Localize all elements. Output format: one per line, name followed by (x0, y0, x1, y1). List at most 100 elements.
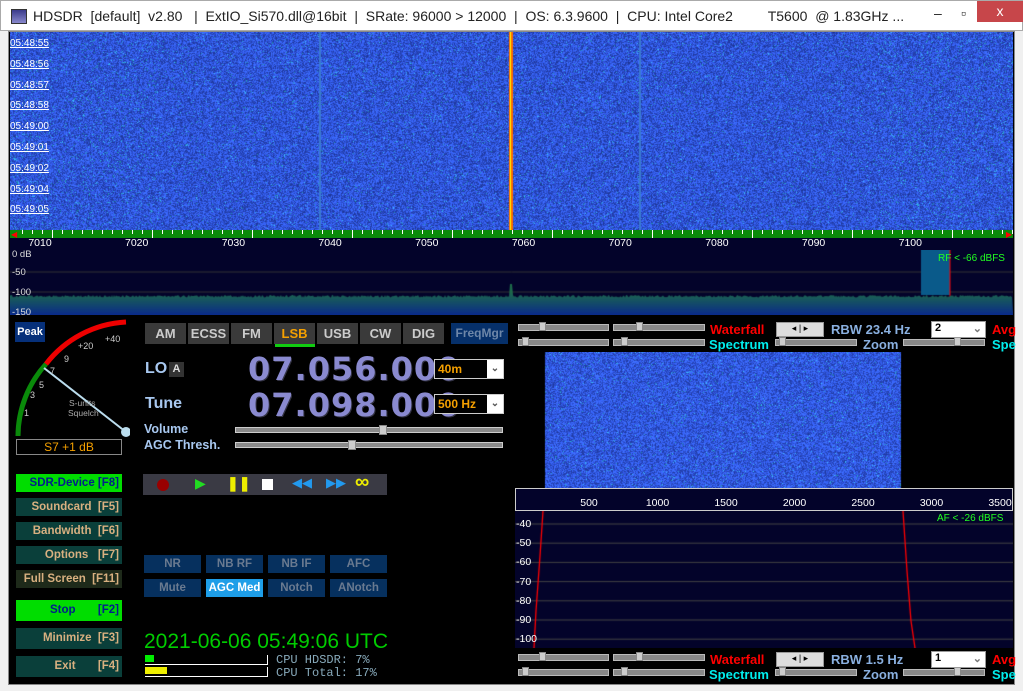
arrow-right-icon[interactable]: ▸ (804, 653, 809, 663)
minimize-button[interactable]: Minimize [F3] (16, 628, 122, 649)
spectrum-contrast-slider-knob[interactable] (522, 337, 529, 346)
tune-frequency[interactable]: 07.098.000 (248, 386, 460, 424)
scale-tick (942, 230, 943, 234)
loop-icon[interactable]: ∞ (355, 471, 369, 494)
spectrum-brightness-slider-knob[interactable] (621, 667, 628, 676)
af-waterfall[interactable] (515, 352, 1013, 488)
mode-dig-button[interactable]: DIG (403, 323, 444, 344)
stop-icon[interactable] (262, 479, 273, 490)
zoom-slider-knob[interactable] (779, 667, 786, 676)
scale-tick (382, 230, 383, 234)
speed-slider[interactable] (903, 339, 985, 346)
scale-tick (202, 230, 203, 234)
af-spectrum[interactable] (515, 511, 1013, 648)
speed-slider[interactable] (903, 669, 985, 676)
cpu-hdsdr-bar (145, 655, 268, 665)
spectrum-brightness-slider[interactable] (613, 669, 705, 676)
lo-frequency[interactable]: 07.056.000 (248, 350, 460, 388)
arrow-left-icon[interactable]: ◂ (792, 323, 797, 333)
spectrum-contrast-slider[interactable] (518, 669, 609, 676)
rbw-stepper[interactable]: ◂ | ▸ (776, 652, 824, 667)
volume-slider[interactable] (235, 427, 503, 433)
app-icon (11, 9, 27, 24)
volume-slider-knob[interactable] (379, 425, 387, 435)
pause-icon[interactable]: ❚❚ (227, 475, 250, 492)
exit-button[interactable]: Exit [F4] (16, 656, 122, 677)
mode-usb-button[interactable]: USB (317, 323, 358, 344)
anotch-button[interactable]: ANotch (330, 579, 387, 597)
agc-thresh-slider-knob[interactable] (348, 440, 356, 450)
lo-badge[interactable]: A (169, 362, 184, 377)
waterfall-brightness-slider-knob[interactable] (636, 322, 643, 331)
nr-button[interactable]: NR (144, 555, 201, 573)
waterfall-brightness-slider-knob[interactable] (636, 652, 643, 661)
scale-tick (412, 230, 413, 234)
sdr-device-button[interactable]: SDR-Device [F8] (16, 474, 122, 492)
scale-tick (62, 230, 63, 234)
agc-thresh-slider[interactable] (235, 442, 503, 448)
waterfall-brightness-slider[interactable] (613, 654, 705, 661)
agc-med-button[interactable]: AGC Med (206, 579, 263, 597)
frequency-label: 7010 (28, 237, 51, 249)
scale-tick (472, 230, 473, 234)
scale-tick (592, 230, 593, 234)
nb-if-button[interactable]: NB IF (268, 555, 325, 573)
zoom-slider-knob[interactable] (779, 337, 786, 346)
zoom-slider[interactable] (775, 669, 857, 676)
record-icon[interactable] (157, 479, 169, 491)
minimize-button[interactable]: ‒ (934, 5, 942, 21)
bandwidth-button[interactable]: Bandwidth [F6] (16, 522, 122, 540)
notch-button[interactable]: Notch (268, 579, 325, 597)
waterfall-contrast-slider[interactable] (518, 654, 609, 661)
mode-fm-button[interactable]: FM (231, 323, 272, 344)
avg-select[interactable]: 1 ⌄ (931, 651, 986, 668)
scale-tick (272, 230, 273, 234)
band-select[interactable]: 40m ⌄ (434, 359, 504, 379)
avg-value: 2 (935, 322, 941, 334)
freqmgr-button[interactable]: FreqMgr (451, 323, 508, 344)
rf-spectrum[interactable] (10, 250, 1013, 315)
maximize-button[interactable]: ▫ (961, 5, 966, 21)
waterfall-contrast-slider-knob[interactable] (539, 652, 546, 661)
scale-tick (752, 230, 753, 238)
nb-rf-button[interactable]: NB RF (206, 555, 263, 573)
arrow-left-icon[interactable]: ◂ (792, 653, 797, 663)
close-button[interactable]: x (977, 1, 1023, 22)
spectrum-brightness-slider-knob[interactable] (621, 337, 628, 346)
waterfall-contrast-slider[interactable] (518, 324, 609, 331)
speed-slider-knob[interactable] (954, 667, 961, 676)
speed-slider-knob[interactable] (954, 337, 961, 346)
soundcard-button[interactable]: Soundcard [F5] (16, 498, 122, 516)
play-icon[interactable]: ▶ (195, 475, 206, 492)
rf-waterfall[interactable] (10, 32, 1013, 230)
options-button[interactable]: Options [F7] (16, 546, 122, 564)
stop-button[interactable]: Stop [F2] (16, 600, 122, 621)
afc-button[interactable]: AFC (330, 555, 387, 573)
datetime: 2021-06-06 05:49:06 UTC (144, 630, 388, 654)
mute-button[interactable]: Mute (144, 579, 201, 597)
af-frequency-label: 2500 (851, 497, 874, 509)
mode-cw-button[interactable]: CW (360, 323, 401, 344)
rbw-stepper[interactable]: ◂ | ▸ (776, 322, 824, 337)
mode-ecss-button[interactable]: ECSS (188, 323, 229, 344)
scale-tick (992, 230, 993, 234)
arrow-right-icon[interactable]: ▸ (804, 323, 809, 333)
full-button[interactable]: Full Screen [F11] (16, 570, 122, 588)
waterfall-brightness-slider[interactable] (613, 324, 705, 331)
zoom-slider[interactable] (775, 339, 857, 346)
fast-forward-icon[interactable]: ▶▶ (326, 475, 346, 491)
scale-tick (372, 230, 373, 234)
mode-lsb-button[interactable]: LSB (274, 323, 315, 344)
mode-am-button[interactable]: AM (145, 323, 186, 344)
frequency-label: 7040 (318, 237, 341, 249)
step-select[interactable]: 500 Hz ⌄ (434, 394, 504, 414)
waterfall-contrast-slider-knob[interactable] (539, 322, 546, 331)
af-frequency-label: 500 (580, 497, 598, 509)
scale-tick (322, 230, 323, 234)
spectrum-contrast-slider[interactable] (518, 339, 609, 346)
avg-select[interactable]: 2 ⌄ (931, 321, 986, 338)
rewind-icon[interactable]: ◀◀ (292, 475, 312, 491)
spectrum-brightness-slider[interactable] (613, 339, 705, 346)
scale-tick (192, 230, 193, 234)
spectrum-contrast-slider-knob[interactable] (522, 667, 529, 676)
